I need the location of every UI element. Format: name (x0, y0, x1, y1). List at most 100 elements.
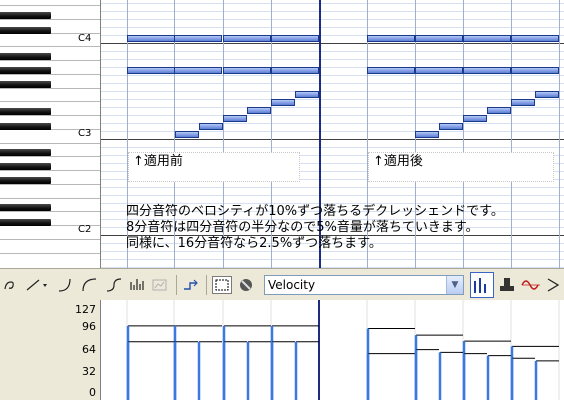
note[interactable] (174, 67, 222, 74)
grid-row-line (101, 99, 564, 100)
description-text: 四分音符のベロシティが10%ずつ落ちるデクレッシェンドです。 8分音符は四分音符… (26, 204, 504, 252)
note[interactable] (415, 131, 439, 138)
note[interactable] (511, 35, 559, 42)
black-key[interactable] (0, 108, 51, 115)
velocity-bar-icon[interactable] (470, 272, 494, 298)
controller-select-value: Velocity (268, 278, 316, 292)
note[interactable] (367, 35, 415, 42)
note[interactable] (463, 67, 511, 74)
white-key[interactable] (0, 185, 100, 199)
grid-row-line (101, 195, 564, 196)
octave-line (101, 139, 564, 140)
chevron-down-icon[interactable]: ▼ (446, 276, 463, 294)
grid-row-line (101, 75, 564, 76)
grid-row-line (101, 131, 564, 132)
note[interactable] (463, 115, 487, 122)
grid-row-line (101, 27, 564, 28)
sine-wave-icon[interactable] (520, 276, 542, 294)
octave-label: C4 (78, 33, 92, 44)
random-tool-icon[interactable] (128, 276, 148, 294)
controller-select[interactable]: Velocity ▼ (264, 275, 464, 295)
after-label: ↑適用後 (373, 154, 423, 169)
grid-row-line (101, 51, 564, 52)
grid-row-line (101, 259, 564, 260)
black-key[interactable] (0, 53, 51, 60)
description-line-2: 8分音符は四分音符の半分なので5%音量が落ちていきます。 (126, 220, 479, 235)
arrow-icon[interactable] (544, 276, 562, 294)
description-line-1: 四分音符のベロシティが10%ずつ落ちるデクレッシェンドです。 (126, 204, 504, 219)
note[interactable] (223, 67, 271, 74)
note[interactable] (463, 35, 511, 42)
grid-row-line (101, 123, 564, 124)
note[interactable] (175, 131, 199, 138)
eraser-icon[interactable] (236, 276, 256, 294)
black-key[interactable] (0, 27, 51, 34)
draw-tool-icon[interactable] (2, 276, 18, 294)
before-label: ↑適用前 (133, 154, 183, 169)
disabled-tool-icon[interactable] (150, 276, 170, 294)
note[interactable] (271, 35, 319, 42)
grid-row-line (101, 19, 564, 20)
black-key[interactable] (0, 177, 51, 184)
note[interactable] (199, 123, 223, 130)
velocity-tick-label: 96 (82, 320, 96, 333)
note[interactable] (295, 91, 319, 98)
white-key[interactable] (0, 88, 100, 102)
curve-tool-icon[interactable] (56, 276, 76, 294)
note[interactable] (511, 99, 535, 106)
grid-row-line (101, 83, 564, 84)
description-line-3: 同様に、16分音符なら2.5%ずつ落ちます。 (126, 236, 382, 251)
note[interactable] (439, 123, 463, 130)
controller-toolbar: Velocity ▼ (0, 268, 564, 300)
piano-roll: C4 C3 C2 ↑適用前 ↑適用後 四分音符のベロシティが10%ずつ落ちるデクレッ… (0, 0, 564, 268)
black-key[interactable] (0, 67, 51, 74)
velocity-tick-label: 64 (82, 343, 96, 356)
note[interactable] (223, 115, 247, 122)
after-label-box: ↑適用後 (368, 152, 554, 182)
black-key[interactable] (0, 123, 51, 130)
note[interactable] (487, 107, 511, 114)
pitch-curve-tool-icon[interactable] (104, 276, 124, 294)
note[interactable] (367, 67, 415, 74)
grid-row-line (101, 147, 564, 148)
note[interactable] (511, 67, 559, 74)
velocity-tick-label: 32 (82, 365, 96, 378)
grid-row-line (101, 59, 564, 60)
s-curve-tool-icon[interactable] (80, 276, 100, 294)
black-key[interactable] (0, 163, 51, 170)
toolbar-separator (206, 275, 207, 295)
black-key[interactable] (0, 81, 51, 88)
note[interactable] (127, 67, 175, 74)
rect-select-icon[interactable] (212, 276, 232, 294)
grid-row-line (101, 115, 564, 116)
quantize-tool-icon[interactable] (180, 276, 200, 294)
note[interactable] (271, 99, 295, 106)
note[interactable] (127, 35, 175, 42)
white-key[interactable] (0, 0, 100, 6)
note[interactable] (174, 35, 222, 42)
velocity-bars-svg[interactable] (101, 300, 564, 400)
grid-row-line (101, 91, 564, 92)
black-key[interactable] (0, 149, 51, 156)
velocity-tick-label: 127 (75, 303, 96, 316)
grid-row-line (101, 3, 564, 4)
note[interactable] (223, 35, 271, 42)
velocity-tick-label: 0 (89, 386, 96, 399)
note[interactable] (247, 107, 271, 114)
velocity-graph[interactable] (100, 300, 564, 400)
grid-row-line (101, 11, 564, 12)
note[interactable] (415, 35, 463, 42)
note[interactable] (535, 91, 559, 98)
black-key[interactable] (0, 12, 51, 19)
note[interactable] (271, 67, 319, 74)
before-label-box: ↑適用前 (128, 152, 300, 182)
octave-label: C3 (78, 128, 92, 139)
velocity-scale: 127 96 64 32 0 (0, 300, 100, 400)
stamp-icon[interactable] (497, 276, 517, 294)
velocity-editor: 127 96 64 32 0 (0, 300, 564, 400)
beat-line (559, 0, 560, 268)
toolbar-separator (176, 275, 177, 295)
octave-line (101, 43, 564, 44)
line-tool-icon[interactable] (24, 276, 50, 294)
note[interactable] (415, 67, 463, 74)
